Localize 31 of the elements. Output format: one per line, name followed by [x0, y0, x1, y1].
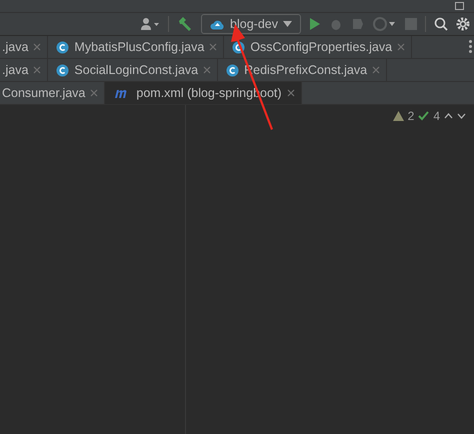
class-icon: [56, 64, 70, 76]
close-icon[interactable]: [33, 66, 42, 74]
warning-count: 2: [408, 109, 414, 123]
hammer-icon[interactable]: [177, 16, 194, 32]
typo-count: 4: [433, 109, 440, 123]
cloud-icon: [210, 18, 226, 30]
close-icon[interactable]: [397, 43, 406, 51]
down-icon[interactable]: [457, 113, 466, 119]
warning-icon[interactable]: [392, 111, 404, 121]
user-dropdown-icon[interactable]: [140, 17, 160, 31]
settings-icon[interactable]: [456, 17, 470, 31]
close-icon[interactable]: [203, 66, 212, 74]
more-icon[interactable]: [469, 40, 472, 53]
close-icon[interactable]: [90, 89, 98, 97]
close-icon[interactable]: [286, 89, 295, 97]
check-icon[interactable]: [418, 111, 430, 121]
class-icon: [56, 40, 70, 54]
class-icon: [226, 64, 240, 76]
search-icon[interactable]: [434, 17, 448, 31]
editor-tab[interactable]: .java: [0, 36, 48, 58]
close-icon[interactable]: [372, 66, 380, 74]
window-icon[interactable]: [455, 2, 464, 10]
caret-icon: [283, 21, 292, 27]
up-icon[interactable]: [444, 113, 453, 119]
editor-tab[interactable]: .java: [0, 59, 48, 81]
editor-tab[interactable]: MybatisPlusConfig.java: [48, 36, 224, 58]
editor-tab[interactable]: SocialLoginConst.java: [48, 59, 218, 81]
run-icon[interactable]: [309, 17, 321, 31]
close-icon[interactable]: [209, 43, 218, 51]
close-icon[interactable]: [33, 43, 42, 51]
run-configuration-dropdown[interactable]: blog-dev: [201, 14, 301, 34]
